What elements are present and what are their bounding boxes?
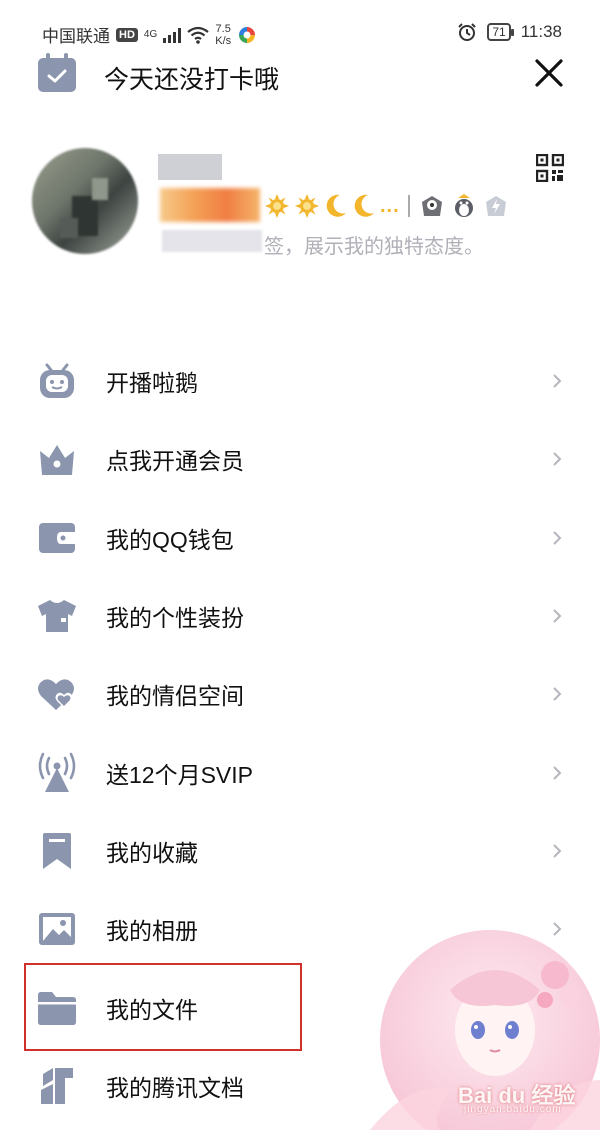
watermark-url: jingyan.baidu.com bbox=[464, 1104, 562, 1115]
penguin-bag-badge-icon bbox=[421, 196, 442, 216]
clock: 11:38 bbox=[520, 22, 562, 41]
tv-mascot-icon bbox=[36, 360, 78, 402]
menu-item-label: 我的个性装扮 bbox=[106, 605, 244, 632]
network-type: 4G bbox=[143, 29, 158, 40]
wallet-icon bbox=[36, 517, 78, 559]
nickname-blurred bbox=[158, 154, 222, 180]
menu-item-wallet[interactable]: 我的QQ钱包 bbox=[0, 499, 600, 577]
menu-item-label: 我的相册 bbox=[106, 918, 198, 945]
menu-item-label: 我的收藏 bbox=[106, 839, 198, 866]
status-bar-right: 71 11:38 bbox=[457, 22, 562, 42]
signature[interactable]: 签，展示我的独特态度。 bbox=[264, 230, 484, 259]
menu-item-vip[interactable]: 点我开通会员 bbox=[0, 420, 600, 498]
divider bbox=[407, 195, 410, 217]
network-speed: 7.5 K/s bbox=[215, 23, 231, 47]
chevron-right-icon bbox=[553, 765, 562, 780]
calendar-check-icon[interactable] bbox=[38, 53, 76, 92]
docs-icon bbox=[36, 1065, 78, 1107]
hearts-icon bbox=[36, 673, 78, 715]
chevron-right-icon bbox=[553, 844, 562, 858]
more-badges: ... bbox=[380, 194, 400, 217]
app-notification-icon bbox=[239, 26, 256, 43]
speed-value: 7.5 bbox=[215, 22, 231, 35]
level-badges[interactable]: ... bbox=[264, 192, 510, 220]
chevron-right-icon bbox=[553, 452, 562, 467]
checkin-prompt[interactable]: 今天还没打卡哦 bbox=[104, 60, 279, 96]
sun-badge-icon bbox=[295, 194, 319, 218]
menu-item-svip-gift[interactable]: 送12个月SVIP bbox=[0, 733, 600, 811]
sun-badge-icon bbox=[265, 194, 289, 218]
tshirt-icon bbox=[36, 595, 78, 637]
menu-item-couple-space[interactable]: 我的情侣空间 bbox=[0, 655, 600, 733]
carrier-name: 中国联通 bbox=[42, 27, 110, 46]
alarm-icon bbox=[458, 23, 477, 41]
penguin-badge-icon bbox=[454, 194, 473, 217]
menu-item-label: 开播啦鹅 bbox=[106, 370, 198, 397]
menu-item-theme[interactable]: 我的个性装扮 bbox=[0, 577, 600, 655]
photo-icon bbox=[36, 908, 78, 950]
signature-blurred bbox=[162, 230, 262, 252]
chevron-right-icon bbox=[553, 374, 562, 388]
menu-item-label: 点我开通会员 bbox=[106, 448, 244, 475]
bookmark-icon bbox=[36, 830, 78, 872]
menu-item-label: 我的QQ钱包 bbox=[106, 526, 234, 553]
menu-item-label: 送12个月SVIP bbox=[106, 761, 253, 788]
crown-icon bbox=[36, 438, 78, 480]
chevron-right-icon bbox=[553, 531, 562, 545]
chevron-right-icon bbox=[553, 609, 562, 623]
drawer-header: 今天还没打卡哦 bbox=[0, 50, 600, 100]
hd-badge: HD bbox=[116, 27, 138, 42]
nickname-blurred bbox=[160, 188, 260, 222]
menu-item-live[interactable]: 开播啦鹅 bbox=[0, 342, 600, 420]
lightning-badge-icon bbox=[485, 196, 506, 216]
menu-item-label: 我的腾讯文档 bbox=[106, 1074, 244, 1101]
broadcast-tower-icon bbox=[36, 752, 78, 794]
signal-icon bbox=[163, 27, 182, 43]
menu-item-favorites[interactable]: 我的收藏 bbox=[0, 812, 600, 890]
wifi-icon bbox=[187, 26, 209, 44]
close-icon[interactable] bbox=[532, 56, 566, 90]
menu-item-label: 我的情侣空间 bbox=[106, 683, 244, 710]
highlight-annotation bbox=[24, 963, 302, 1051]
speed-unit: K/s bbox=[215, 34, 232, 47]
moon-badge-icon bbox=[354, 194, 374, 217]
chevron-right-icon bbox=[553, 687, 562, 702]
qr-code-icon[interactable] bbox=[536, 154, 564, 182]
moon-badge-icon bbox=[326, 194, 346, 217]
battery-icon: 71 bbox=[487, 23, 515, 41]
avatar[interactable] bbox=[32, 148, 138, 254]
status-bar-left: 中国联通 HD 4G 7.5 K/s bbox=[42, 22, 257, 47]
